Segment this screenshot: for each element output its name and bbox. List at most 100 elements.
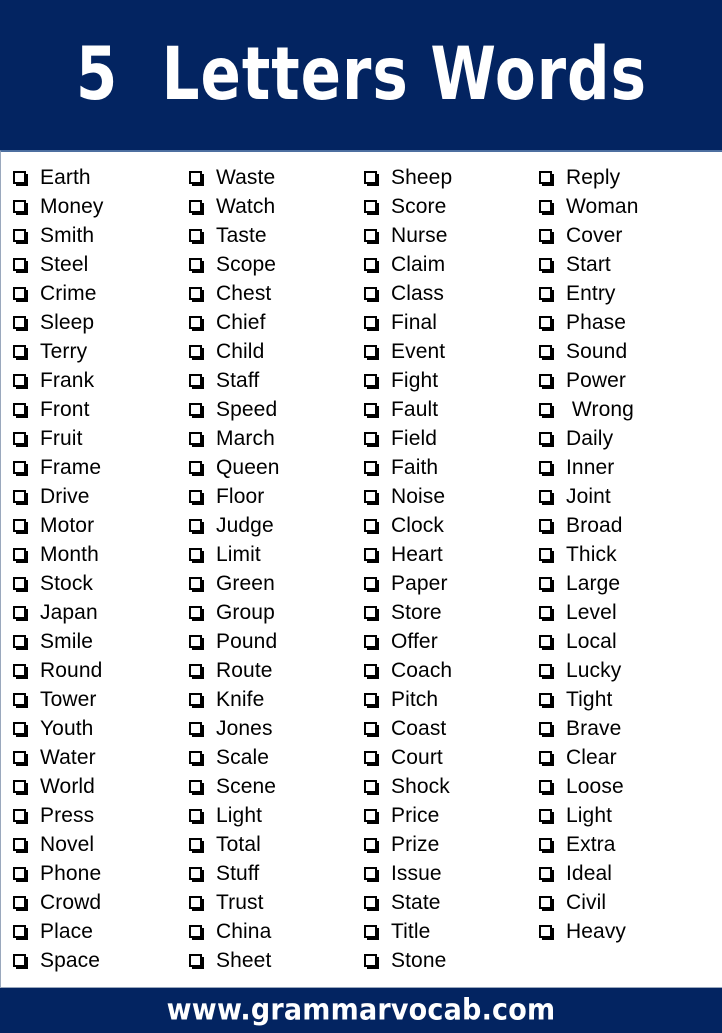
checkbox-icon[interactable] (364, 635, 379, 650)
word-list-item[interactable]: Power (539, 366, 701, 395)
word-list-item[interactable]: Sheet (189, 946, 351, 975)
word-list-item[interactable]: Youth (13, 714, 176, 743)
word-list-item[interactable]: Frame (13, 453, 176, 482)
checkbox-icon[interactable] (189, 258, 204, 273)
checkbox-icon[interactable] (189, 316, 204, 331)
word-list-item[interactable]: China (189, 917, 351, 946)
checkbox-icon[interactable] (189, 287, 204, 302)
checkbox-icon[interactable] (539, 461, 554, 476)
checkbox-icon[interactable] (189, 171, 204, 186)
checkbox-icon[interactable] (539, 548, 554, 563)
checkbox-icon[interactable] (13, 896, 28, 911)
checkbox-icon[interactable] (189, 432, 204, 447)
word-list-item[interactable]: Smile (13, 627, 176, 656)
word-list-item[interactable]: Pitch (364, 685, 526, 714)
checkbox-icon[interactable] (539, 490, 554, 505)
checkbox-icon[interactable] (13, 751, 28, 766)
checkbox-icon[interactable] (13, 867, 28, 882)
word-list-item[interactable]: Trust (189, 888, 351, 917)
checkbox-icon[interactable] (13, 490, 28, 505)
checkbox-icon[interactable] (364, 403, 379, 418)
checkbox-icon[interactable] (539, 258, 554, 273)
checkbox-icon[interactable] (189, 606, 204, 621)
checkbox-icon[interactable] (364, 287, 379, 302)
checkbox-icon[interactable] (13, 693, 28, 708)
word-list-item[interactable]: Light (189, 801, 351, 830)
word-list-item[interactable]: Speed (189, 395, 351, 424)
checkbox-icon[interactable] (13, 925, 28, 940)
checkbox-icon[interactable] (13, 200, 28, 215)
checkbox-icon[interactable] (364, 954, 379, 969)
checkbox-icon[interactable] (539, 287, 554, 302)
word-list-item[interactable]: Civil (539, 888, 701, 917)
word-list-item[interactable]: Start (539, 250, 701, 279)
checkbox-icon[interactable] (13, 664, 28, 679)
checkbox-icon[interactable] (13, 432, 28, 447)
checkbox-icon[interactable] (364, 925, 379, 940)
checkbox-icon[interactable] (539, 635, 554, 650)
word-list-item[interactable]: Heart (364, 540, 526, 569)
checkbox-icon[interactable] (539, 519, 554, 534)
word-list-item[interactable]: Brave (539, 714, 701, 743)
checkbox-icon[interactable] (539, 606, 554, 621)
word-list-item[interactable]: Chest (189, 279, 351, 308)
checkbox-icon[interactable] (539, 403, 554, 418)
word-list-item[interactable]: Total (189, 830, 351, 859)
word-list-item[interactable]: Heavy (539, 917, 701, 946)
word-list-item[interactable]: Level (539, 598, 701, 627)
checkbox-icon[interactable] (189, 925, 204, 940)
word-list-item[interactable]: Knife (189, 685, 351, 714)
word-list-item[interactable]: Sheep (364, 163, 526, 192)
checkbox-icon[interactable] (364, 461, 379, 476)
word-list-item[interactable]: Steel (13, 250, 176, 279)
word-list-item[interactable]: Place (13, 917, 176, 946)
checkbox-icon[interactable] (539, 896, 554, 911)
checkbox-icon[interactable] (13, 171, 28, 186)
checkbox-icon[interactable] (364, 606, 379, 621)
checkbox-icon[interactable] (189, 896, 204, 911)
word-list-item[interactable]: Sleep (13, 308, 176, 337)
checkbox-icon[interactable] (364, 896, 379, 911)
word-list-item[interactable]: Loose (539, 772, 701, 801)
word-list-item[interactable]: Joint (539, 482, 701, 511)
checkbox-icon[interactable] (539, 664, 554, 679)
word-list-item[interactable]: World (13, 772, 176, 801)
word-list-item[interactable]: Inner (539, 453, 701, 482)
checkbox-icon[interactable] (189, 722, 204, 737)
word-list-item[interactable]: Wrong (539, 395, 701, 424)
word-list-item[interactable]: Jones (189, 714, 351, 743)
word-list-item[interactable]: Shock (364, 772, 526, 801)
word-list-item[interactable]: Phase (539, 308, 701, 337)
word-list-item[interactable]: Coast (364, 714, 526, 743)
checkbox-icon[interactable] (364, 664, 379, 679)
word-list-item[interactable]: Cover (539, 221, 701, 250)
word-list-item[interactable]: Light (539, 801, 701, 830)
checkbox-icon[interactable] (364, 577, 379, 592)
checkbox-icon[interactable] (13, 374, 28, 389)
checkbox-icon[interactable] (189, 838, 204, 853)
word-list-item[interactable]: Store (364, 598, 526, 627)
checkbox-icon[interactable] (539, 780, 554, 795)
checkbox-icon[interactable] (189, 403, 204, 418)
checkbox-icon[interactable] (364, 171, 379, 186)
checkbox-icon[interactable] (189, 548, 204, 563)
checkbox-icon[interactable] (539, 867, 554, 882)
checkbox-icon[interactable] (189, 200, 204, 215)
word-list-item[interactable]: Broad (539, 511, 701, 540)
word-list-item[interactable]: Month (13, 540, 176, 569)
word-list-item[interactable]: Watch (189, 192, 351, 221)
checkbox-icon[interactable] (189, 635, 204, 650)
checkbox-icon[interactable] (364, 780, 379, 795)
word-list-item[interactable]: Noise (364, 482, 526, 511)
checkbox-icon[interactable] (539, 925, 554, 940)
checkbox-icon[interactable] (189, 461, 204, 476)
checkbox-icon[interactable] (189, 954, 204, 969)
word-list-item[interactable]: Thick (539, 540, 701, 569)
word-list-item[interactable]: Money (13, 192, 176, 221)
checkbox-icon[interactable] (364, 809, 379, 824)
checkbox-icon[interactable] (539, 577, 554, 592)
checkbox-icon[interactable] (13, 838, 28, 853)
word-list-item[interactable]: Claim (364, 250, 526, 279)
word-list-item[interactable]: Score (364, 192, 526, 221)
word-list-item[interactable]: Taste (189, 221, 351, 250)
